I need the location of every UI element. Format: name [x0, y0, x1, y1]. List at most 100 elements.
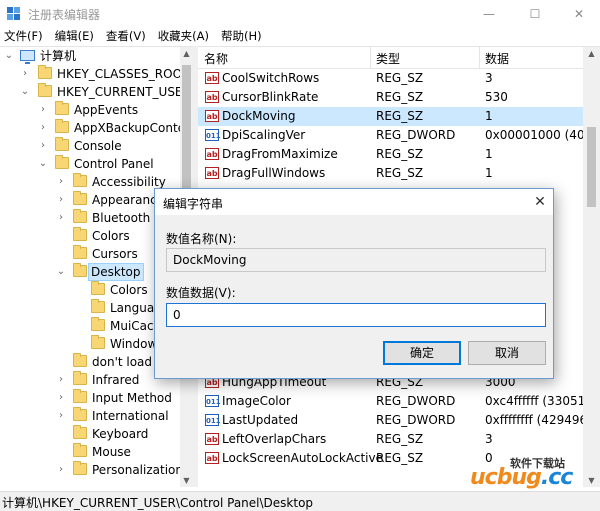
tree-item-label: Desktop: [88, 263, 144, 281]
list-row[interactable]: ab DockMoving REG_SZ 1: [198, 107, 583, 126]
column-header-type[interactable]: 类型: [376, 50, 400, 67]
chevron-down-icon[interactable]: ⌄: [38, 157, 48, 171]
tree-item-label: Input Method: [92, 391, 172, 405]
tree-item-appxbackup[interactable]: › AppXBackupConter: [0, 119, 193, 137]
list-scrollbar-thumb[interactable]: [587, 127, 596, 207]
chevron-right-icon[interactable]: ›: [38, 103, 48, 117]
tree-item-mouse[interactable]: Mouse: [0, 443, 193, 461]
tree-item-international[interactable]: › International: [0, 407, 193, 425]
watermark-logo: 软件下载站 ucbug.cc: [470, 455, 598, 491]
list-row[interactable]: 011 LastUpdated REG_DWORD 0xffffffff (42949…: [198, 411, 600, 430]
value-type: REG_DWORD: [376, 413, 456, 427]
tree-item-label: Mouse: [92, 445, 131, 459]
window-title: 注册表编辑器: [28, 8, 101, 22]
tree-item-keyboard[interactable]: Keyboard: [0, 425, 193, 443]
column-header-name[interactable]: 名称: [204, 50, 228, 67]
value-data-field[interactable]: 0: [166, 303, 546, 327]
status-bar: 计算机\HKEY_CURRENT_USER\Control Panel\Desk…: [0, 491, 600, 511]
folder-open-icon: [73, 263, 87, 277]
chevron-right-icon[interactable]: ›: [56, 391, 66, 405]
maximize-button[interactable]: ☐: [512, 0, 558, 28]
list-row[interactable]: 011 DpiScalingVer REG_DWORD 0x00001000 (409…: [198, 126, 600, 145]
value-name: CursorBlinkRate: [222, 90, 319, 104]
menu-help[interactable]: 帮助(H): [215, 28, 268, 46]
folder-icon: [91, 335, 105, 349]
window-titlebar: 注册表编辑器 — ☐ ✕: [0, 0, 600, 28]
folder-icon: [73, 227, 87, 241]
tree-item-control-panel[interactable]: ⌄ Control Panel: [0, 155, 193, 173]
menu-edit[interactable]: 编辑(E): [49, 28, 100, 46]
chevron-right-icon[interactable]: ›: [56, 175, 66, 189]
tree-item-label: AppEvents: [74, 103, 139, 117]
tree-item-label: 计算机: [40, 49, 77, 63]
list-scrollbar[interactable]: ▲ ▼: [583, 47, 600, 487]
cancel-button[interactable]: 取消: [468, 341, 546, 365]
value-type: REG_SZ: [376, 451, 424, 465]
chevron-right-icon[interactable]: ›: [56, 211, 66, 225]
scroll-up-arrow-icon[interactable]: ▲: [583, 47, 600, 61]
tree-item-label: Control Panel: [74, 157, 154, 171]
computer-icon: [20, 50, 35, 64]
folder-icon: [55, 101, 69, 115]
list-row[interactable]: 011 ImageColor REG_DWORD 0xc4ffffff (330511…: [198, 392, 600, 411]
close-button[interactable]: ✕: [558, 0, 600, 28]
value-type: REG_DWORD: [376, 128, 456, 142]
folder-icon: [73, 407, 87, 421]
tree-item-hkcu[interactable]: ⌄ HKEY_CURRENT_USER: [0, 83, 193, 101]
menu-view[interactable]: 查看(V): [100, 28, 152, 46]
chevron-right-icon[interactable]: ›: [38, 139, 48, 153]
watermark-brand-main: ucbug: [470, 465, 542, 490]
value-name: CoolSwitchRows: [222, 71, 320, 85]
tree-item-hkcr[interactable]: › HKEY_CLASSES_ROOT: [0, 65, 193, 83]
chevron-right-icon[interactable]: ›: [56, 463, 66, 477]
tree-item-appevents[interactable]: › AppEvents: [0, 101, 193, 119]
list-row[interactable]: ab DragFromMaximize REG_SZ 1: [198, 145, 583, 164]
chevron-down-icon[interactable]: ⌄: [56, 265, 66, 279]
string-value-icon: ab: [205, 148, 219, 160]
close-icon: ✕: [573, 7, 585, 21]
value-data-label: 数值数据(V):: [166, 286, 236, 300]
dword-value-icon: 011: [205, 129, 221, 141]
column-header-data[interactable]: 数据: [485, 50, 509, 67]
string-value-icon: ab: [205, 452, 219, 464]
scroll-down-arrow-icon[interactable]: ▼: [180, 474, 193, 487]
column-separator[interactable]: [370, 47, 371, 69]
list-row[interactable]: ab LeftOverlapChars REG_SZ 3: [198, 430, 583, 449]
menu-file[interactable]: 文件(F): [0, 28, 49, 46]
string-value-icon: ab: [205, 167, 219, 179]
chevron-down-icon[interactable]: ⌄: [4, 49, 14, 63]
tree-item-label: Personalization: [92, 463, 183, 477]
value-type: REG_SZ: [376, 432, 424, 446]
scroll-up-arrow-icon[interactable]: ▲: [180, 47, 193, 61]
value-type: REG_SZ: [376, 109, 424, 123]
folder-icon: [73, 209, 87, 223]
dword-value-icon: 011: [205, 395, 221, 407]
minimize-button[interactable]: —: [466, 0, 512, 28]
edit-string-dialog: 编辑字符串 ✕ 数值名称(N): DockMoving 数值数据(V): 0 确…: [154, 188, 554, 379]
ok-button[interactable]: 确定: [383, 341, 461, 365]
maximize-icon: ☐: [529, 7, 541, 21]
chevron-right-icon[interactable]: ›: [56, 193, 66, 207]
dialog-close-icon[interactable]: ✕: [529, 191, 551, 213]
tree-item-console[interactable]: › Console: [0, 137, 193, 155]
folder-icon: [91, 317, 105, 331]
tree-item-label: Colors: [92, 229, 130, 243]
tree-item-computer[interactable]: ⌄ 计算机: [0, 47, 193, 65]
list-row[interactable]: ab DragFullWindows REG_SZ 1: [198, 164, 583, 183]
value-name: DpiScalingVer: [222, 128, 306, 142]
value-name: LeftOverlapChars: [222, 432, 327, 446]
chevron-right-icon[interactable]: ›: [56, 409, 66, 423]
tree-item-label: Bluetooth: [92, 211, 151, 225]
chevron-down-icon[interactable]: ⌄: [20, 85, 30, 99]
list-row[interactable]: ab CursorBlinkRate REG_SZ 530: [198, 88, 583, 107]
chevron-right-icon[interactable]: ›: [20, 67, 30, 81]
folder-icon: [73, 371, 87, 385]
tree-item-input-method[interactable]: › Input Method: [0, 389, 193, 407]
chevron-right-icon[interactable]: ›: [56, 373, 66, 387]
column-separator[interactable]: [479, 47, 480, 69]
list-row[interactable]: ab CoolSwitchRows REG_SZ 3: [198, 69, 583, 88]
chevron-right-icon[interactable]: ›: [38, 121, 48, 135]
menu-favorites[interactable]: 收藏夹(A): [152, 28, 215, 46]
status-path: 计算机\HKEY_CURRENT_USER\Control Panel\Desk…: [2, 496, 314, 510]
tree-item-personalization[interactable]: › Personalization: [0, 461, 193, 479]
